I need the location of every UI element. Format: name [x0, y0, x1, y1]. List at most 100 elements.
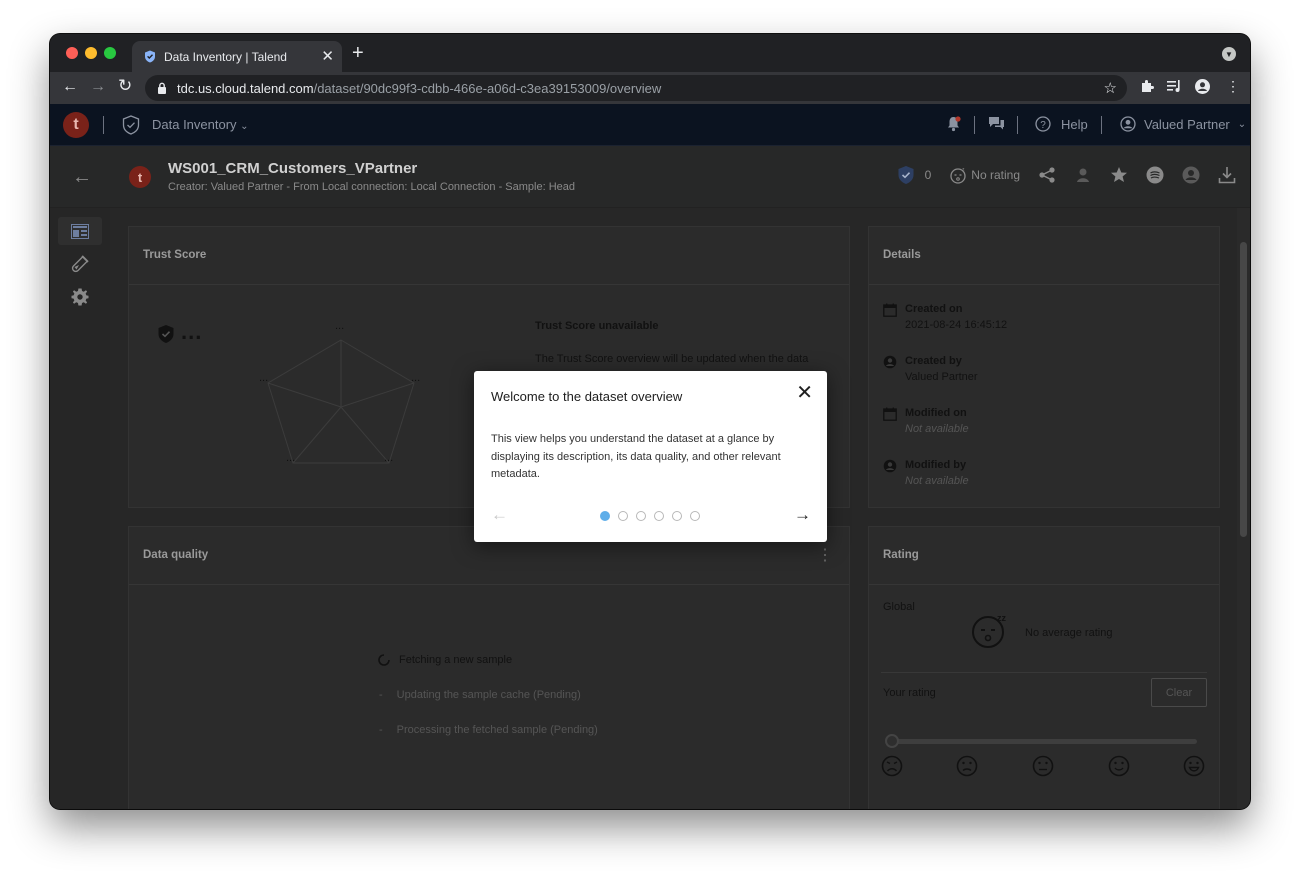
sidebar-item-settings[interactable] [58, 283, 102, 311]
chevron-down-icon: ⌄ [240, 121, 249, 132]
overview-icon [71, 223, 89, 239]
sidebar-item-sample[interactable] [58, 250, 102, 278]
trust-score-radar [267, 339, 415, 464]
share-icon[interactable] [1038, 166, 1056, 184]
step-dot[interactable] [654, 511, 664, 521]
step-item: - Updating the sample cache (Pending) [379, 689, 581, 701]
close-window-button[interactable] [66, 47, 78, 59]
notifications-bell-icon[interactable] [946, 116, 961, 132]
bookmark-star-icon[interactable]: ☆ [1104, 79, 1117, 97]
tab-strip: Data Inventory | Talend ✕ + ▼ [50, 34, 1250, 72]
details-card: Details Created on 2021-08-24 16:45:12 C… [868, 226, 1220, 508]
trust-score-value: ... [181, 319, 203, 344]
step-item: - Processing the fetched sample (Pending… [379, 724, 598, 736]
shield-check-icon [157, 324, 175, 344]
happy-face-icon[interactable] [1108, 755, 1130, 777]
download-icon[interactable] [1218, 166, 1236, 184]
back-arrow-icon[interactable]: ← [72, 166, 92, 189]
browser-tab[interactable]: Data Inventory | Talend ✕ [132, 41, 342, 72]
shield-app-icon [122, 115, 140, 135]
media-queue-icon[interactable] [1167, 79, 1183, 93]
chat-bubbles-icon[interactable] [988, 116, 1005, 131]
dataset-logo: t [129, 166, 151, 188]
step-dot[interactable] [600, 511, 610, 521]
more-options-icon[interactable]: ⋮ [817, 545, 833, 565]
no-average-rating: No average rating [1025, 627, 1113, 639]
page-scrollbar[interactable] [1237, 208, 1250, 809]
sidebar-item-overview[interactable] [58, 217, 102, 245]
profile-icon[interactable] [1195, 79, 1210, 94]
test-tube-icon [71, 255, 89, 273]
new-tab-button[interactable]: + [352, 42, 364, 65]
user-menu[interactable]: Valued Partner ⌄ [1120, 116, 1246, 132]
divider [869, 284, 1219, 285]
rating-card: Rating Global zz No average rating Your … [868, 526, 1220, 809]
chevron-down-icon: ⌄ [1237, 118, 1247, 130]
api-icon[interactable] [1146, 166, 1164, 184]
step-label: Updating the sample cache (Pending) [396, 689, 581, 701]
shield-check-icon [898, 166, 914, 184]
extensions-puzzle-icon[interactable] [1140, 79, 1155, 94]
minimize-window-button[interactable] [85, 47, 97, 59]
very-sad-face-icon[interactable] [881, 755, 903, 777]
app-switcher[interactable]: Data Inventory ⌄ [152, 117, 249, 132]
neutral-face-icon[interactable] [1032, 755, 1054, 777]
url-host: tdc.us.cloud.talend.com [177, 80, 314, 96]
spinner-icon [378, 654, 390, 666]
data-quality-title: Data quality [143, 549, 209, 561]
step-dot[interactable] [672, 511, 682, 521]
tab-search-icon[interactable]: ▼ [1222, 47, 1236, 61]
detail-modified-by: Modified by Not available [883, 459, 969, 487]
rating-title: Rating [883, 549, 919, 561]
previous-step-arrow-icon[interactable]: ← [491, 505, 508, 525]
app-name: Data Inventory [152, 117, 237, 132]
user-icon [883, 459, 897, 473]
detail-value: Not available [905, 475, 969, 487]
dialog-title: Welcome to the dataset overview [491, 389, 683, 404]
step-dot[interactable] [636, 511, 646, 521]
user-circle-icon[interactable] [1182, 166, 1200, 184]
reload-icon[interactable]: ↻ [118, 76, 132, 96]
next-step-arrow-icon[interactable]: → [794, 505, 811, 525]
forward-arrow-icon[interactable]: → [90, 78, 106, 96]
close-icon[interactable]: ✕ [796, 383, 813, 403]
back-arrow-icon[interactable]: ← [62, 78, 78, 96]
details-title: Details [883, 249, 921, 261]
very-happy-face-icon[interactable] [1183, 755, 1205, 777]
detail-modified-on: Modified on Not available [883, 407, 969, 435]
browser-menu-icon[interactable]: ⋮ [1226, 78, 1240, 95]
trust-score-unavailable-title: Trust Score unavailable [535, 320, 659, 332]
talend-logo[interactable]: t [63, 112, 89, 138]
sad-face-icon[interactable] [956, 755, 978, 777]
calendar-icon [883, 407, 897, 421]
maximize-window-button[interactable] [104, 47, 116, 59]
tab-title: Data Inventory | Talend [164, 49, 287, 64]
sleepy-face-icon: zz [971, 611, 1009, 649]
close-tab-icon[interactable]: ✕ [321, 47, 334, 65]
user-avatar-icon [1120, 116, 1136, 132]
address-bar[interactable]: tdc.us.cloud.talend.com/dataset/90dc99f3… [145, 75, 1127, 101]
radar-axis-label: ... [286, 452, 296, 464]
scrollbar-thumb[interactable] [1240, 242, 1247, 537]
dataset-title: WS001_CRM_Customers_VPartner [168, 160, 418, 177]
owner-icon[interactable] [1074, 166, 1092, 184]
step-dot[interactable] [618, 511, 628, 521]
rating-button[interactable]: z No rating [949, 166, 1020, 184]
certification-button[interactable]: 0 [897, 165, 931, 185]
rating-slider-track[interactable] [887, 739, 1197, 744]
help-link[interactable]: ? Help [1035, 116, 1088, 132]
svg-text:?: ? [1040, 120, 1046, 131]
step-indicator [600, 511, 700, 521]
clear-rating-button[interactable]: Clear [1151, 678, 1207, 707]
divider [1101, 116, 1102, 134]
detail-created-on: Created on 2021-08-24 16:45:12 [883, 303, 1007, 331]
gear-icon [71, 288, 89, 306]
rating-slider-thumb[interactable] [885, 734, 899, 748]
step-label: Fetching a new sample [399, 654, 513, 666]
step-dot[interactable] [690, 511, 700, 521]
dataset-header: ← t WS001_CRM_Customers_VPartner Creator… [50, 146, 1250, 208]
left-sidebar [50, 208, 110, 809]
favorite-star-icon[interactable] [1110, 166, 1128, 184]
dataset-subtitle: Creator: Valued Partner - From Local con… [168, 181, 576, 193]
rating-faces [881, 755, 1205, 777]
